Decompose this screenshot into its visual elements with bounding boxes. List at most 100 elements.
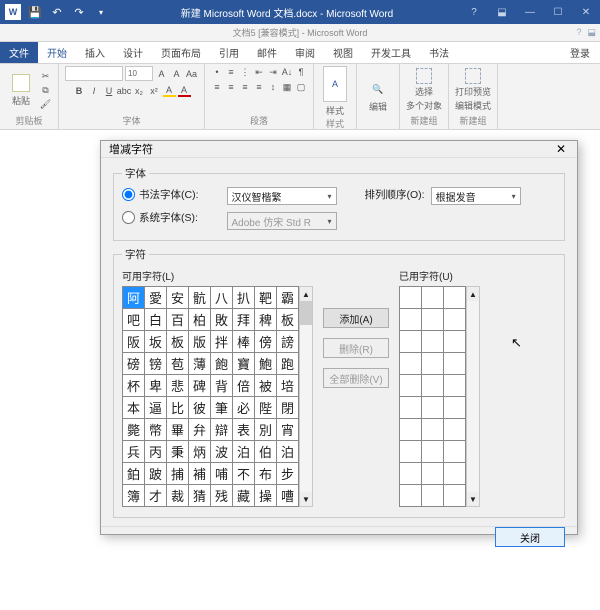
char-cell[interactable]: 残 — [210, 484, 232, 506]
char-cell[interactable]: 藏 — [232, 484, 254, 506]
char-cell[interactable]: 镑 — [144, 352, 166, 374]
char-cell[interactable]: 板 — [276, 308, 298, 330]
justify-icon[interactable]: ≡ — [253, 81, 265, 93]
used-scrollbar[interactable]: ▲ ▼ — [466, 286, 480, 507]
used-char-cell[interactable] — [443, 286, 465, 308]
calligraphy-font-dropdown[interactable]: 汉仪智楷繁▾ — [227, 187, 337, 205]
char-cell[interactable]: 扒 — [232, 286, 254, 308]
bold-icon[interactable]: B — [73, 84, 86, 97]
login-link[interactable]: 登录 — [560, 42, 600, 63]
align-right-icon[interactable]: ≡ — [239, 81, 251, 93]
char-cell[interactable]: 伯 — [254, 440, 276, 462]
char-cell[interactable]: 阪 — [122, 330, 144, 352]
char-cell[interactable]: 彼 — [188, 396, 210, 418]
borders-icon[interactable]: ▢ — [295, 81, 307, 93]
char-cell[interactable]: 傍 — [254, 330, 276, 352]
print-preview-button[interactable]: 打印预览 编辑模式 — [455, 68, 491, 112]
styles-button[interactable]: A 样式 — [320, 66, 350, 117]
tab-developer[interactable]: 开发工具 — [362, 42, 420, 63]
edit-button[interactable]: 🔍 编辑 — [363, 80, 393, 113]
char-cell[interactable]: 補 — [188, 462, 210, 484]
grow-font-icon[interactable]: A — [155, 67, 168, 80]
char-cell[interactable]: 必 — [232, 396, 254, 418]
available-scrollbar[interactable]: ▲ ▼ — [299, 286, 313, 507]
bullets-icon[interactable]: • — [211, 66, 223, 78]
used-char-cell[interactable] — [399, 484, 421, 506]
char-cell[interactable]: 霸 — [276, 286, 298, 308]
used-char-cell[interactable] — [399, 374, 421, 396]
used-char-cell[interactable] — [421, 330, 443, 352]
char-cell[interactable]: 閉 — [276, 396, 298, 418]
tab-file[interactable]: 文件 — [0, 42, 38, 63]
used-char-cell[interactable] — [399, 352, 421, 374]
radio-calligraphy-font[interactable]: 书法字体(C): — [122, 187, 199, 202]
sort-icon[interactable]: A↓ — [281, 66, 293, 78]
char-cell[interactable]: 丙 — [144, 440, 166, 462]
char-cell[interactable]: 薄 — [188, 352, 210, 374]
char-cell[interactable]: 拜 — [232, 308, 254, 330]
tab-design[interactable]: 设计 — [114, 42, 152, 63]
char-cell[interactable]: 裁 — [166, 484, 188, 506]
help-icon[interactable]: ? — [460, 1, 488, 23]
char-cell[interactable]: 操 — [254, 484, 276, 506]
copy-icon[interactable]: ⧉ — [39, 84, 52, 97]
char-cell[interactable]: 吧 — [122, 308, 144, 330]
sort-order-dropdown[interactable]: 根据发音▾ — [431, 187, 521, 205]
char-cell[interactable]: 筆 — [210, 396, 232, 418]
align-left-icon[interactable]: ≡ — [211, 81, 223, 93]
char-cell[interactable]: 鉑 — [122, 462, 144, 484]
used-char-cell[interactable] — [421, 418, 443, 440]
select-objects-button[interactable]: 选择 多个对象 — [406, 68, 442, 112]
tab-layout[interactable]: 页面布局 — [152, 42, 210, 63]
used-char-cell[interactable] — [443, 440, 465, 462]
tab-insert[interactable]: 插入 — [76, 42, 114, 63]
used-char-cell[interactable] — [443, 374, 465, 396]
used-char-cell[interactable] — [421, 462, 443, 484]
char-cell[interactable]: 宵 — [276, 418, 298, 440]
char-cell[interactable]: 培 — [276, 374, 298, 396]
char-cell[interactable]: 坂 — [144, 330, 166, 352]
underline-icon[interactable]: U — [103, 84, 116, 97]
tab-references[interactable]: 引用 — [210, 42, 248, 63]
char-cell[interactable]: 泊 — [232, 440, 254, 462]
used-char-cell[interactable] — [443, 352, 465, 374]
used-chars-grid[interactable] — [399, 286, 466, 507]
char-cell[interactable]: 表 — [232, 418, 254, 440]
scroll-thumb[interactable] — [300, 301, 312, 325]
used-char-cell[interactable] — [421, 396, 443, 418]
char-cell[interactable]: 悲 — [166, 374, 188, 396]
char-cell[interactable]: 安 — [166, 286, 188, 308]
tab-review[interactable]: 审阅 — [286, 42, 324, 63]
italic-icon[interactable]: I — [88, 84, 101, 97]
char-cell[interactable]: 炳 — [188, 440, 210, 462]
char-cell[interactable]: 碑 — [188, 374, 210, 396]
used-char-cell[interactable] — [399, 440, 421, 462]
tab-mailings[interactable]: 邮件 — [248, 42, 286, 63]
used-char-cell[interactable] — [399, 396, 421, 418]
char-cell[interactable]: 別 — [254, 418, 276, 440]
highlight-icon[interactable]: A — [163, 84, 176, 97]
char-cell[interactable]: 鮑 — [254, 352, 276, 374]
superscript-icon[interactable]: x² — [148, 84, 161, 97]
font-family-dropdown[interactable] — [65, 66, 123, 81]
char-cell[interactable]: 幣 — [144, 418, 166, 440]
change-case-icon[interactable]: Aa — [185, 67, 198, 80]
align-center-icon[interactable]: ≡ — [225, 81, 237, 93]
char-cell[interactable]: 愛 — [144, 286, 166, 308]
char-cell[interactable]: 兵 — [122, 440, 144, 462]
char-cell[interactable]: 步 — [276, 462, 298, 484]
used-char-cell[interactable] — [443, 308, 465, 330]
used-char-cell[interactable] — [399, 286, 421, 308]
used-char-cell[interactable] — [421, 440, 443, 462]
char-cell[interactable]: 陛 — [254, 396, 276, 418]
line-spacing-icon[interactable]: ↕ — [267, 81, 279, 93]
show-marks-icon[interactable]: ¶ — [295, 66, 307, 78]
char-cell[interactable]: 拌 — [210, 330, 232, 352]
font-color-icon[interactable]: A — [178, 84, 191, 97]
scroll-down-icon[interactable]: ▼ — [300, 492, 312, 506]
scroll-down-icon[interactable]: ▼ — [467, 492, 479, 506]
char-cell[interactable]: 飽 — [210, 352, 232, 374]
char-cell[interactable]: 布 — [254, 462, 276, 484]
redo-icon[interactable]: ↷ — [68, 1, 90, 23]
qat-more-icon[interactable]: ▾ — [90, 1, 112, 23]
